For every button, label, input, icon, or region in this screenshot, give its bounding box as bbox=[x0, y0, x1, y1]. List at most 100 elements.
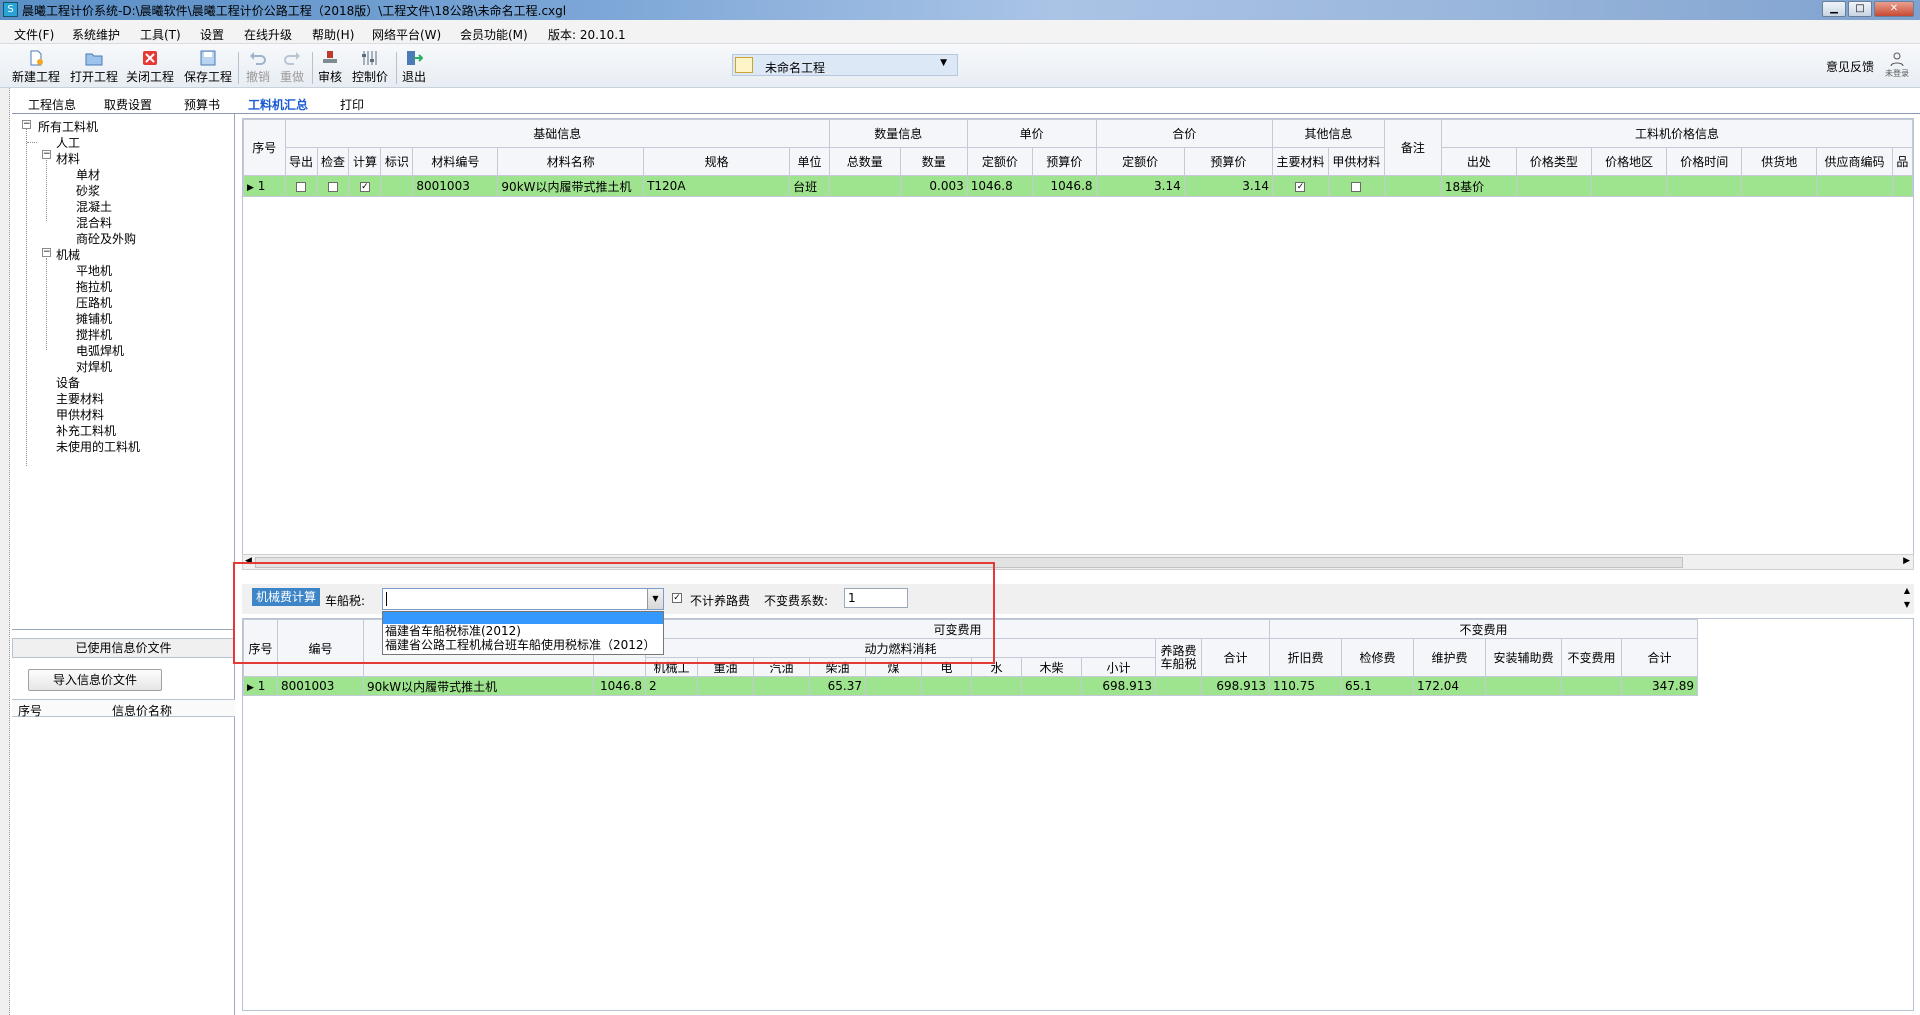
minimize-button[interactable]: ▁ bbox=[1822, 1, 1846, 17]
tree-root[interactable]: 所有工料机 bbox=[38, 118, 98, 135]
tree-item-machine[interactable]: 平地机 bbox=[76, 262, 112, 279]
collapse-icon[interactable]: − bbox=[42, 248, 51, 257]
menu-member[interactable]: 会员功能(M) bbox=[460, 26, 528, 43]
col-source[interactable]: 出处 bbox=[1440, 147, 1517, 176]
cell-spec[interactable]: T120A bbox=[643, 175, 791, 197]
cell-budget-total[interactable]: 3.14 bbox=[1183, 175, 1274, 197]
user-account[interactable]: 未登录 bbox=[1880, 52, 1914, 79]
project-selector[interactable]: 未命名工程 ▼ bbox=[732, 54, 958, 76]
cell-budget-price[interactable]: 1046.8 bbox=[1032, 175, 1097, 197]
tree-item-machine[interactable]: 电弧焊机 bbox=[76, 342, 124, 359]
check-checkbox[interactable] bbox=[328, 181, 338, 192]
col-export[interactable]: 导出 bbox=[284, 147, 318, 176]
feedback-link[interactable]: 意见反馈 bbox=[1826, 58, 1874, 75]
tree-item-material[interactable]: 砂浆 bbox=[76, 182, 100, 199]
col-budget-price[interactable]: 预算价 bbox=[1032, 147, 1097, 176]
export-checkbox[interactable] bbox=[296, 181, 307, 192]
tree-item-material[interactable]: 单材 bbox=[76, 166, 100, 183]
user-icon bbox=[1890, 52, 1904, 67]
tree-item-unused[interactable]: 未使用的工料机 bbox=[56, 438, 140, 455]
col-qty[interactable]: 数量 bbox=[899, 147, 968, 176]
import-info-price-button[interactable]: 导入信息价文件 bbox=[28, 669, 162, 691]
cell-total-qty[interactable] bbox=[828, 175, 901, 197]
col-supply-place[interactable]: 供货地 bbox=[1741, 147, 1818, 176]
calc-checkbox[interactable]: ✓ bbox=[359, 181, 370, 192]
col-budget-total[interactable]: 预算价 bbox=[1183, 147, 1274, 176]
audit-button[interactable]: 审核 bbox=[318, 50, 342, 85]
col-owner-supplied[interactable]: 甲供材料 bbox=[1327, 147, 1385, 176]
col-total-qty[interactable]: 总数量 bbox=[828, 147, 901, 176]
col-brand[interactable]: 品 bbox=[1891, 147, 1914, 176]
menu-tools[interactable]: 工具(T) bbox=[140, 26, 181, 43]
cell-quota-total[interactable]: 3.14 bbox=[1095, 175, 1185, 197]
col-mark[interactable]: 标识 bbox=[380, 147, 414, 176]
cell-qty[interactable]: 0.003 bbox=[899, 175, 968, 197]
col-supplier-code[interactable]: 供应商编码 bbox=[1816, 147, 1893, 176]
col-main-material[interactable]: 主要材料 bbox=[1272, 147, 1329, 176]
exit-button[interactable]: 退出 bbox=[402, 50, 426, 85]
open-project-button[interactable]: 打开工程 bbox=[70, 50, 118, 85]
undo-button[interactable]: 撤销 bbox=[246, 50, 270, 85]
vertical-scroll-arrows[interactable]: ▲ ▼ bbox=[1900, 584, 1914, 614]
tab-budget[interactable]: 预算书 bbox=[184, 96, 220, 113]
tab-print[interactable]: 打印 bbox=[340, 96, 364, 113]
control-price-button[interactable]: 控制价 bbox=[352, 50, 388, 85]
tree-item-equipment[interactable]: 设备 bbox=[56, 374, 80, 391]
col-price-region[interactable]: 价格地区 bbox=[1590, 147, 1668, 176]
cell-name[interactable]: 90kW以内履带式推土机 bbox=[497, 175, 645, 197]
tree-item-machinery[interactable]: 机械 bbox=[56, 246, 80, 263]
tree-item-machine[interactable]: 摊铺机 bbox=[76, 310, 112, 327]
new-project-button[interactable]: 新建工程 bbox=[12, 50, 60, 85]
collapse-gutter[interactable] bbox=[0, 88, 10, 1015]
cell-unit[interactable]: 台班 bbox=[789, 175, 830, 197]
redo-button[interactable]: 重做 bbox=[280, 50, 304, 85]
cell-source[interactable]: 18基价 bbox=[1440, 175, 1517, 197]
menu-system[interactable]: 系统维护 bbox=[72, 26, 120, 43]
collapse-icon[interactable]: − bbox=[22, 120, 31, 129]
menu-file[interactable]: 文件(F) bbox=[14, 26, 54, 43]
col-name[interactable]: 材料名称 bbox=[497, 147, 645, 176]
close-project-button[interactable]: 关闭工程 bbox=[126, 50, 174, 85]
tree-item-material[interactable]: 混合料 bbox=[76, 214, 112, 231]
menu-online-upgrade[interactable]: 在线升级 bbox=[244, 26, 292, 43]
save-project-button[interactable]: 保存工程 bbox=[184, 50, 232, 85]
tab-material-summary[interactable]: 工料机汇总 bbox=[248, 96, 308, 113]
cell-quota-price[interactable]: 1046.8 bbox=[966, 175, 1034, 197]
main-material-checkbox[interactable]: ✓ bbox=[1295, 181, 1306, 192]
owner-supplied-checkbox[interactable] bbox=[1351, 181, 1362, 192]
col-quota-total[interactable]: 定额价 bbox=[1095, 147, 1185, 176]
maximize-button[interactable]: □ bbox=[1848, 1, 1872, 17]
tree-item-owner-supplied[interactable]: 甲供材料 bbox=[56, 406, 104, 423]
col-price-time[interactable]: 价格时间 bbox=[1666, 147, 1743, 176]
tree-item-material[interactable]: 商砼及外购 bbox=[76, 230, 136, 247]
col-price-type[interactable]: 价格类型 bbox=[1515, 147, 1592, 176]
col-check[interactable]: 检查 bbox=[316, 147, 350, 176]
tree-item-machine[interactable]: 压路机 bbox=[76, 294, 112, 311]
scroll-right-icon[interactable]: ▶ bbox=[1903, 556, 1910, 566]
col-unit[interactable]: 单位 bbox=[789, 147, 830, 176]
tree-item-machine[interactable]: 拖拉机 bbox=[76, 278, 112, 295]
tree-item-machine[interactable]: 对焊机 bbox=[76, 358, 112, 375]
col-calc[interactable]: 计算 bbox=[348, 147, 382, 176]
tree-item-machine[interactable]: 搅拌机 bbox=[76, 326, 112, 343]
table-row[interactable]: ▶ 1 8001003 90kW以内履带式推土机 1046.8 2 65.37 … bbox=[243, 676, 1698, 696]
collapse-icon[interactable]: − bbox=[42, 150, 51, 159]
tree-item-materials[interactable]: 材料 bbox=[56, 150, 80, 167]
tree-item-supplementary[interactable]: 补充工料机 bbox=[56, 422, 116, 439]
col-quota-price[interactable]: 定额价 bbox=[966, 147, 1034, 176]
menu-bar: 文件(F) 系统维护 工具(T) 设置 在线升级 帮助(H) 网络平台(W) 会… bbox=[0, 20, 1920, 44]
tree-item-material[interactable]: 混凝土 bbox=[76, 198, 112, 215]
tab-project-info[interactable]: 工程信息 bbox=[28, 96, 76, 113]
col-wood: 木柴 bbox=[1021, 657, 1082, 677]
tree-item-labor[interactable]: 人工 bbox=[56, 134, 80, 151]
menu-help[interactable]: 帮助(H) bbox=[312, 26, 354, 43]
tab-fee-settings[interactable]: 取费设置 bbox=[104, 96, 152, 113]
col-code[interactable]: 材料编号 bbox=[412, 147, 499, 176]
menu-settings[interactable]: 设置 bbox=[200, 26, 224, 43]
col-spec[interactable]: 规格 bbox=[643, 147, 791, 176]
tree-item-main-materials[interactable]: 主要材料 bbox=[56, 390, 104, 407]
table-row[interactable]: ▶ 1 ✓ 8001003 90kW以内履带式推土机 T120A 台班 0.00… bbox=[243, 175, 1914, 197]
cell-code[interactable]: 8001003 bbox=[412, 175, 499, 197]
menu-network[interactable]: 网络平台(W) bbox=[372, 26, 441, 43]
close-window-button[interactable]: ✕ bbox=[1874, 1, 1914, 17]
